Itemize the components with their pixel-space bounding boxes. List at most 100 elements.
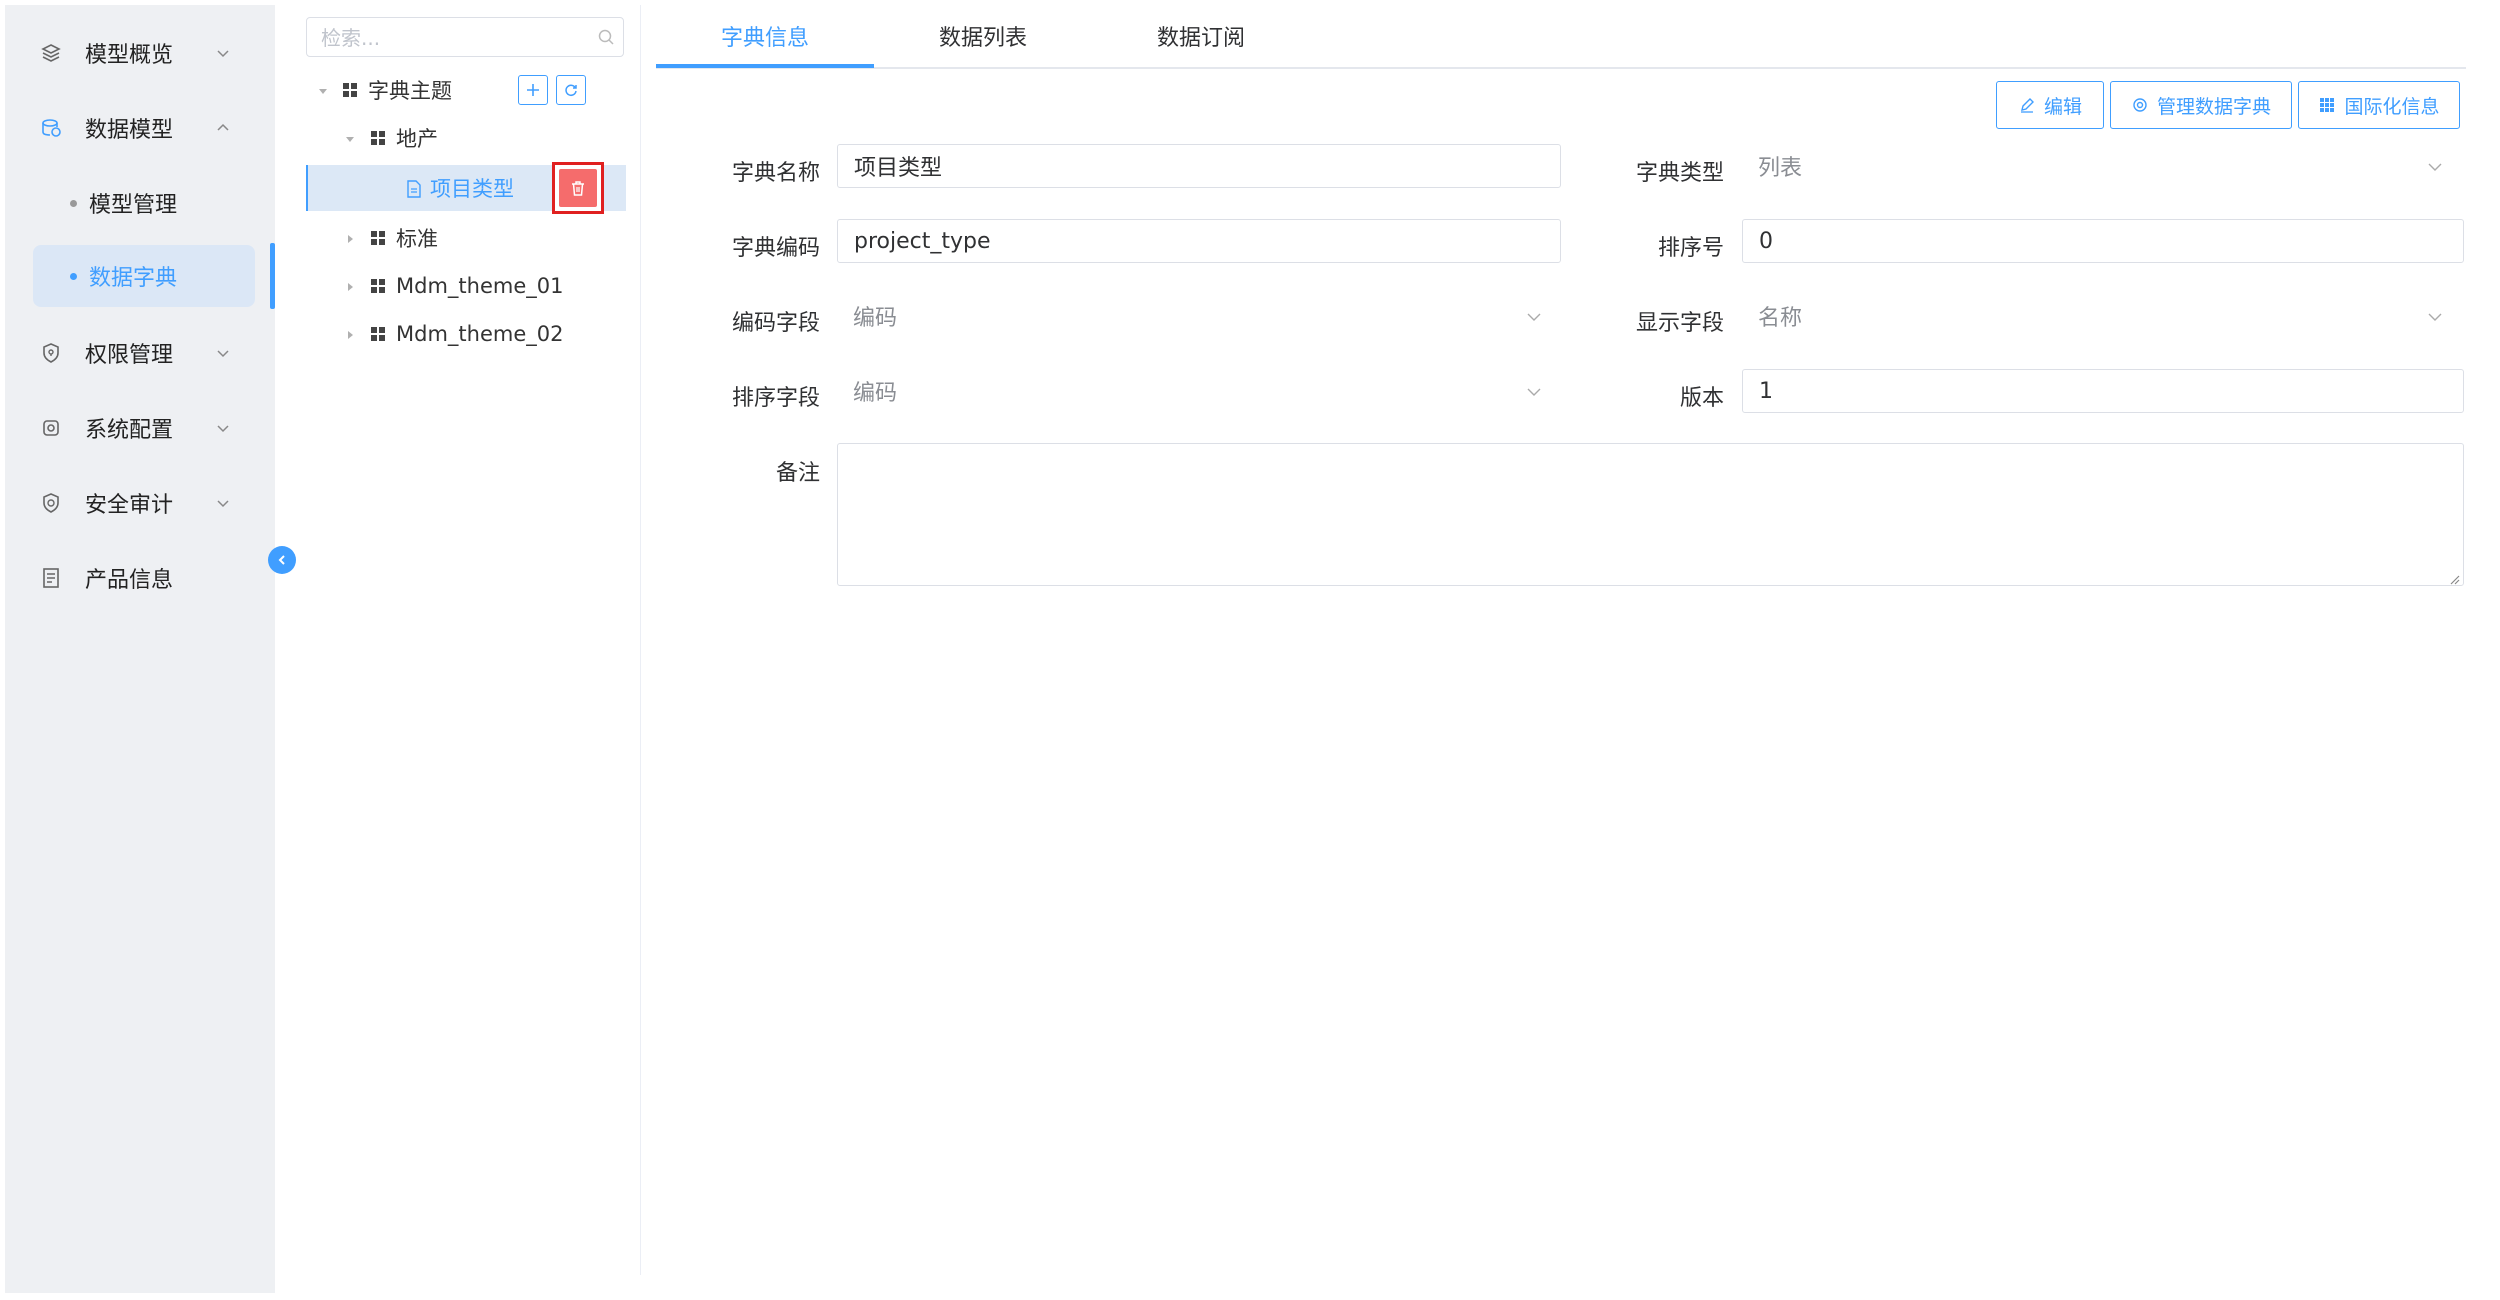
sidebar-item-label: 系统配置	[85, 418, 174, 443]
file-icon	[406, 180, 422, 198]
delete-node-button[interactable]	[559, 169, 597, 207]
sort-field-value: 编码	[853, 381, 898, 406]
edit-button[interactable]: 编辑	[1996, 81, 2104, 129]
search-icon	[597, 28, 615, 46]
sidebar-subitem-label: 模型管理	[89, 193, 178, 218]
active-indicator	[270, 243, 275, 309]
sidebar-item-data-model[interactable]: 数据模型	[5, 95, 275, 161]
active-tab-indicator	[656, 64, 874, 68]
chevron-down-icon	[215, 345, 231, 361]
settings-icon	[39, 416, 63, 440]
chevron-down-icon	[2426, 307, 2444, 325]
chevron-down-icon	[2426, 157, 2444, 175]
code-field-label: 编码字段	[731, 311, 820, 336]
chevron-up-icon	[215, 120, 231, 136]
version-field[interactable]: 1	[1742, 369, 2464, 413]
tree-node-label: 项目类型	[430, 177, 514, 201]
trash-icon	[572, 181, 584, 196]
tree-node-label: 地产	[396, 127, 438, 151]
gear-icon	[2131, 96, 2149, 114]
i18n-info-label: 国际化信息	[2344, 95, 2440, 118]
caret-right-icon[interactable]	[343, 327, 357, 341]
tab-dictionary-info[interactable]: 字典信息	[656, 5, 874, 67]
display-field-select[interactable]: 名称	[1742, 294, 2444, 338]
tree-node-standard[interactable]: 标准	[306, 215, 624, 261]
tab-data-subscription[interactable]: 数据订阅	[1092, 5, 1310, 67]
caret-down-icon[interactable]	[343, 131, 357, 145]
sidebar-item-label: 安全审计	[85, 493, 174, 518]
grid-icon	[2318, 96, 2336, 114]
tab-bar: 字典信息 数据列表 数据订阅	[656, 5, 2466, 69]
sidebar-item-security-audit[interactable]: 安全审计	[5, 470, 275, 536]
refresh-icon	[565, 84, 577, 97]
tree-node-label: Mdm_theme_01	[396, 274, 564, 298]
sidebar: 模型概览 数据模型 模型管理 数据字典 权限管理 系统配置 安全审计 产品信息	[5, 5, 296, 1293]
edit-button-label: 编辑	[2043, 95, 2082, 118]
sidebar-item-label: 数据模型	[85, 118, 174, 143]
code-field-value: 编码	[853, 306, 898, 331]
grid-icon	[370, 230, 386, 246]
sidebar-item-label: 权限管理	[85, 343, 174, 368]
document-icon	[39, 566, 63, 590]
tree-node-label: Mdm_theme_02	[396, 322, 564, 346]
sidebar-item-label: 产品信息	[85, 568, 174, 593]
sidebar-subitem-model-management[interactable]: 模型管理	[33, 172, 255, 234]
grid-icon	[370, 130, 386, 146]
chevron-down-icon	[1525, 382, 1543, 400]
delete-node-highlight	[552, 162, 604, 214]
add-node-button[interactable]	[518, 75, 548, 105]
chevron-down-icon	[215, 45, 231, 61]
sidebar-subitem-label: 数据字典	[89, 266, 178, 291]
version-label: 版本	[1679, 386, 1724, 411]
tree-node-mdm-theme-01[interactable]: Mdm_theme_01	[306, 263, 624, 309]
sidebar-item-label: 模型概览	[85, 43, 174, 68]
layers-icon	[39, 41, 63, 65]
tree-node-label: 标准	[396, 227, 438, 251]
dictionary-tree-panel: 字典主题 地产 项目类型 标准	[290, 5, 641, 1275]
tree-node-mdm-theme-02[interactable]: Mdm_theme_02	[306, 311, 624, 357]
code-field-select[interactable]: 编码	[837, 294, 1561, 338]
chevron-left-icon	[278, 555, 285, 565]
remark-textarea[interactable]	[837, 443, 2464, 586]
sort-field-select[interactable]: 编码	[837, 369, 1561, 413]
bullet-dot	[70, 199, 77, 207]
grid-icon	[370, 326, 386, 342]
sidebar-item-permissions[interactable]: 权限管理	[5, 320, 275, 386]
i18n-info-button[interactable]: 国际化信息	[2298, 81, 2460, 129]
display-field-value: 名称	[1758, 306, 1803, 331]
dict-name-field[interactable]: 项目类型	[837, 144, 1561, 188]
chevron-down-icon	[1525, 307, 1543, 325]
remark-label: 备注	[775, 461, 820, 486]
sort-field-label: 排序字段	[731, 386, 820, 411]
dict-type-label: 字典类型	[1635, 161, 1724, 186]
sidebar-subitem-data-dictionary[interactable]: 数据字典	[33, 245, 255, 307]
display-field-label: 显示字段	[1635, 311, 1724, 336]
database-icon	[39, 116, 63, 140]
dict-code-field[interactable]: project_type	[837, 219, 1561, 263]
resize-grip-icon[interactable]	[2448, 570, 2460, 585]
tree-node-real-estate[interactable]: 地产	[306, 115, 624, 161]
main-content: 字典信息 数据列表 数据订阅 编辑 管理数据字典 国际化信息 字典名称 项目类型…	[656, 5, 2466, 1275]
caret-right-icon[interactable]	[343, 231, 357, 245]
dict-type-select[interactable]: 列表	[1742, 144, 2444, 188]
plus-icon	[527, 84, 539, 96]
bullet-dot	[70, 272, 77, 280]
grid-icon	[342, 82, 358, 98]
tab-data-list[interactable]: 数据列表	[874, 5, 1092, 67]
dict-name-label: 字典名称	[731, 161, 820, 186]
dict-type-value: 列表	[1758, 156, 1803, 181]
manage-dictionary-button[interactable]: 管理数据字典	[2110, 81, 2292, 129]
sidebar-item-product-info[interactable]: 产品信息	[5, 545, 275, 611]
caret-right-icon[interactable]	[343, 279, 357, 293]
app-root: 模型概览 数据模型 模型管理 数据字典 权限管理 系统配置 安全审计 产品信息 …	[0, 0, 2500, 1300]
tree-search-input[interactable]	[307, 18, 603, 58]
refresh-tree-button[interactable]	[556, 75, 586, 105]
sidebar-item-model-overview[interactable]: 模型概览	[5, 20, 275, 86]
dict-code-label: 字典编码	[731, 236, 820, 261]
sidebar-item-system-config[interactable]: 系统配置	[5, 395, 275, 461]
sort-no-label: 排序号	[1657, 236, 1724, 261]
tree-search-box	[306, 17, 624, 58]
audit-shield-icon	[39, 491, 63, 515]
sort-no-field[interactable]: 0	[1742, 219, 2464, 263]
caret-down-icon[interactable]	[316, 83, 330, 97]
